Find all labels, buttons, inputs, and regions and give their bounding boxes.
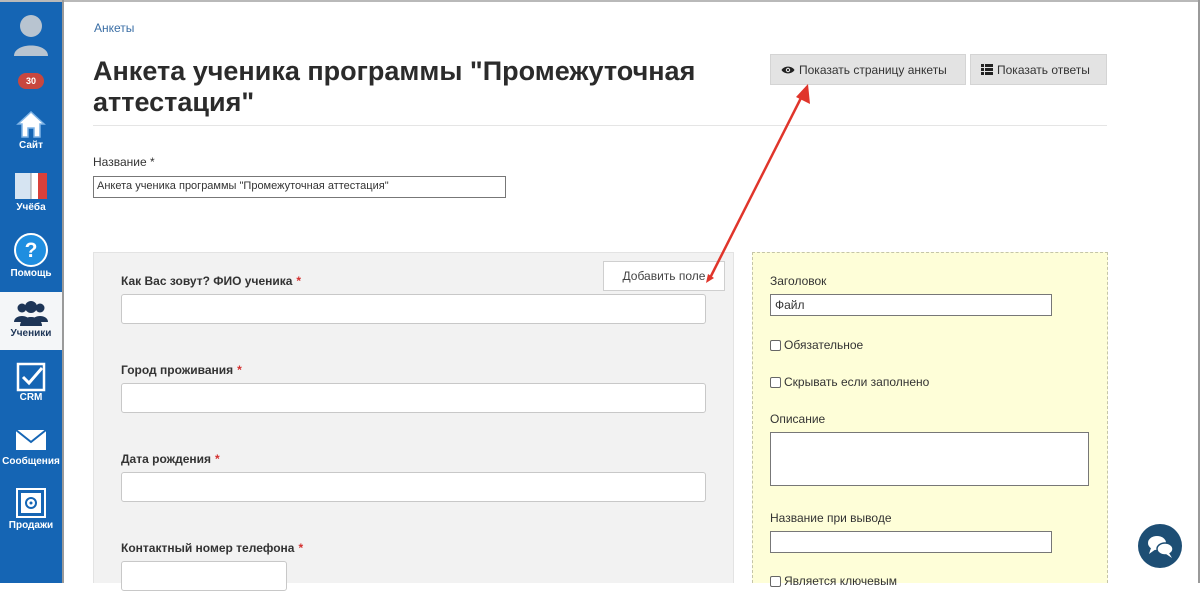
sidebar-item-messages[interactable]: Сообщения xyxy=(0,428,62,474)
header-divider xyxy=(93,125,1107,126)
sidebar: 30 Сайт Учёба ? Помощь Ученики CRM Сообщ… xyxy=(0,0,62,583)
key-field-label: Является ключевым xyxy=(784,574,898,588)
chat-button[interactable] xyxy=(1138,524,1182,568)
sidebar-item-students[interactable]: Ученики xyxy=(0,292,62,350)
sidebar-item-study[interactable]: Учёба xyxy=(0,170,62,222)
checkbox-box[interactable] xyxy=(770,376,781,388)
sidebar-item-label: CRM xyxy=(19,392,43,403)
users-icon xyxy=(14,301,48,326)
list-icon xyxy=(981,64,993,75)
home-icon xyxy=(16,110,46,138)
show-answers-button[interactable]: Показать ответы xyxy=(970,54,1107,85)
sidebar-item-site[interactable]: Сайт xyxy=(0,106,62,156)
sidebar-item-label: Сообщения xyxy=(2,456,60,467)
sidebar-item-label: Продажи xyxy=(8,520,54,531)
sidebar-item-label: Сайт xyxy=(19,140,43,151)
eye-icon xyxy=(781,66,795,73)
notification-badge[interactable]: 30 xyxy=(18,73,44,89)
required-checkbox[interactable]: Обязательное xyxy=(770,338,863,352)
show-form-page-label: Показать страницу анкеты xyxy=(799,62,947,77)
breadcrumb-forms[interactable]: Анкеты xyxy=(94,21,134,35)
main-content: Анкеты Анкета ученика программы "Промежу… xyxy=(64,2,1198,591)
required-label: Обязательное xyxy=(784,338,864,352)
checkbox-box[interactable] xyxy=(770,575,781,587)
description-textarea[interactable] xyxy=(770,432,1089,486)
sidebar-item-label: Учёба xyxy=(16,202,46,213)
envelope-icon xyxy=(15,429,47,450)
name-field-label: Название * xyxy=(93,155,155,169)
sidebar-item-sales[interactable]: Продажи xyxy=(0,488,62,536)
sidebar-item-label: Помощь xyxy=(10,268,52,279)
add-field-label: Добавить поле xyxy=(622,269,706,283)
heading-input[interactable]: Файл xyxy=(770,294,1052,316)
sidebar-item-crm[interactable]: CRM xyxy=(0,362,62,408)
page-title: Анкета ученика программы "Промежуточная … xyxy=(93,56,696,117)
add-field-button[interactable]: Добавить поле xyxy=(603,261,725,291)
key-field-checkbox[interactable]: Является ключевым xyxy=(770,574,897,588)
field-label-phone: Контактный номер телефона * xyxy=(121,541,304,555)
sidebar-item-label: Ученики xyxy=(10,328,52,339)
birthdate-input[interactable] xyxy=(121,472,706,502)
book-icon xyxy=(15,173,47,199)
help-icon: ? xyxy=(14,233,48,267)
safe-icon xyxy=(16,488,46,518)
svg-text:?: ? xyxy=(25,239,38,262)
hide-if-filled-checkbox[interactable]: Скрывать если заполнено xyxy=(770,375,929,389)
chat-icon xyxy=(1148,536,1174,558)
hide-if-filled-label: Скрывать если заполнено xyxy=(784,375,930,389)
sidebar-item-help[interactable]: ? Помощь xyxy=(0,232,62,286)
name-input[interactable]: Анкета ученика программы "Промежуточная … xyxy=(93,176,506,198)
checkbox-box[interactable] xyxy=(770,339,781,351)
description-label: Описание xyxy=(770,412,826,426)
output-name-input[interactable] xyxy=(770,531,1052,553)
heading-label: Заголовок xyxy=(770,274,827,288)
user-avatar-icon[interactable] xyxy=(12,12,50,56)
fullname-input[interactable] xyxy=(121,294,706,324)
checkbox-icon xyxy=(16,362,46,392)
phone-input[interactable] xyxy=(121,561,287,591)
output-name-label: Название при выводе xyxy=(770,511,892,525)
field-label-birthdate: Дата рождения * xyxy=(121,452,220,466)
field-label-city: Город проживания * xyxy=(121,363,242,377)
show-form-page-button[interactable]: Показать страницу анкеты xyxy=(770,54,966,85)
show-answers-label: Показать ответы xyxy=(997,62,1090,77)
field-label-fullname: Как Вас зовут? ФИО ученика * xyxy=(121,274,302,288)
city-input[interactable] xyxy=(121,383,706,413)
